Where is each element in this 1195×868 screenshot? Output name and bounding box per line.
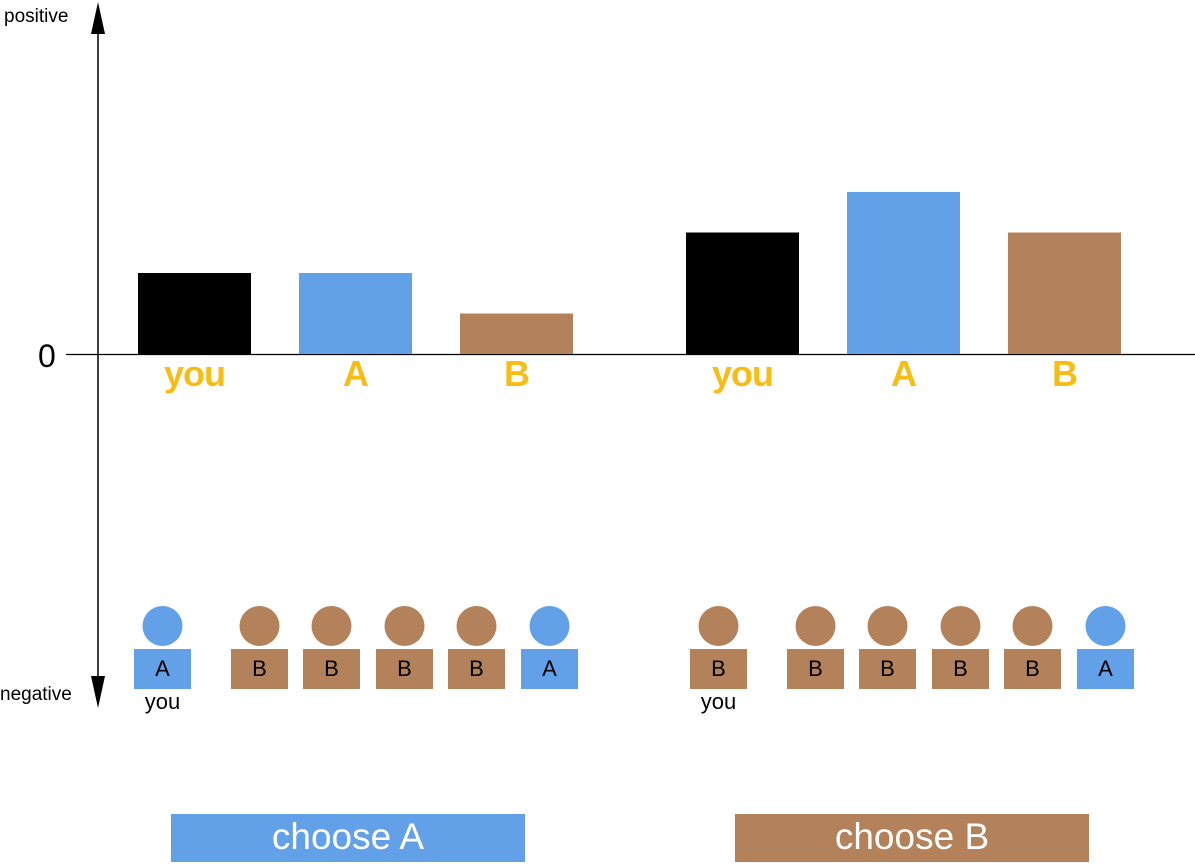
person: B: [1004, 606, 1061, 689]
person-team-label: B: [808, 656, 823, 681]
bar-b: [1008, 232, 1121, 354]
person: B: [303, 606, 360, 689]
person: B: [448, 606, 505, 689]
you-label: you: [701, 689, 736, 714]
choose-a-button[interactable]: choose A: [171, 814, 525, 862]
people-row: ByouB B B B Achoose B: [690, 606, 1134, 862]
people-groups: AyouB B B B Achoose AByouB B B B Achoose B: [134, 606, 1134, 862]
person-team-label: A: [542, 656, 557, 681]
person: B: [231, 606, 288, 689]
person-team-label: B: [1025, 656, 1040, 681]
person-team-label: A: [1098, 656, 1113, 681]
person: B: [859, 606, 916, 689]
bar-label-b: B: [1052, 353, 1077, 394]
people-row: Ayou B B B B Achoose A: [134, 606, 578, 862]
y-axis-up-arrow-icon: [91, 2, 105, 34]
choose-b-button[interactable]: choose B: [735, 814, 1089, 862]
person: B: [787, 606, 844, 689]
person-head-icon: [1085, 606, 1126, 646]
person-you: Ayou: [134, 606, 191, 714]
person-head-icon: [142, 606, 183, 646]
bar-label-you: you: [164, 353, 225, 394]
person-head-icon: [1012, 606, 1053, 646]
y-axis-down-arrow-icon: [91, 676, 105, 708]
person-you: Byou: [690, 606, 747, 714]
person-head-icon: [456, 606, 497, 646]
payoff-figure: positive negative 0 you A Byou A B Ayou B B B B A…: [0, 0, 1195, 863]
person-team-label: B: [469, 656, 484, 681]
axis-negative-label: negative: [0, 684, 72, 705]
bar-label-a: A: [343, 353, 369, 394]
button-label: choose B: [835, 816, 989, 857]
person-head-icon: [311, 606, 352, 646]
person: A: [521, 606, 578, 689]
bar-group: you A B: [138, 273, 573, 394]
payoff-chart: positive negative 0 you A Byou A B AyouB B B B A…: [0, 2, 1195, 862]
person-team-label: B: [397, 656, 412, 681]
person-head-icon: [940, 606, 981, 646]
person: B: [376, 606, 433, 689]
axis-positive-label: positive: [4, 6, 68, 27]
axis-zero-label: 0: [38, 338, 56, 374]
bar-you: [686, 232, 799, 354]
person-head-icon: [698, 606, 739, 646]
bar-you: [138, 273, 251, 354]
person: A: [1077, 606, 1134, 689]
person-team-label: B: [880, 656, 895, 681]
person-head-icon: [384, 606, 425, 646]
person-team-label: B: [252, 656, 267, 681]
bar-label-a: A: [891, 353, 917, 394]
bar-label-b: B: [504, 353, 529, 394]
bar-label-you: you: [712, 353, 773, 394]
person-head-icon: [795, 606, 836, 646]
bar-b: [460, 313, 573, 354]
person-team-label: B: [711, 656, 726, 681]
person-team-label: B: [953, 656, 968, 681]
bar-a: [847, 192, 960, 354]
person-head-icon: [867, 606, 908, 646]
button-label: choose A: [272, 816, 425, 857]
person-team-label: B: [324, 656, 339, 681]
bar-a: [299, 273, 412, 354]
person-head-icon: [239, 606, 280, 646]
person-team-label: A: [155, 656, 170, 681]
person-head-icon: [529, 606, 570, 646]
you-label: you: [145, 689, 180, 714]
bar-group: you A B: [686, 192, 1121, 394]
person: B: [932, 606, 989, 689]
bar-groups: you A Byou A B: [138, 192, 1121, 394]
